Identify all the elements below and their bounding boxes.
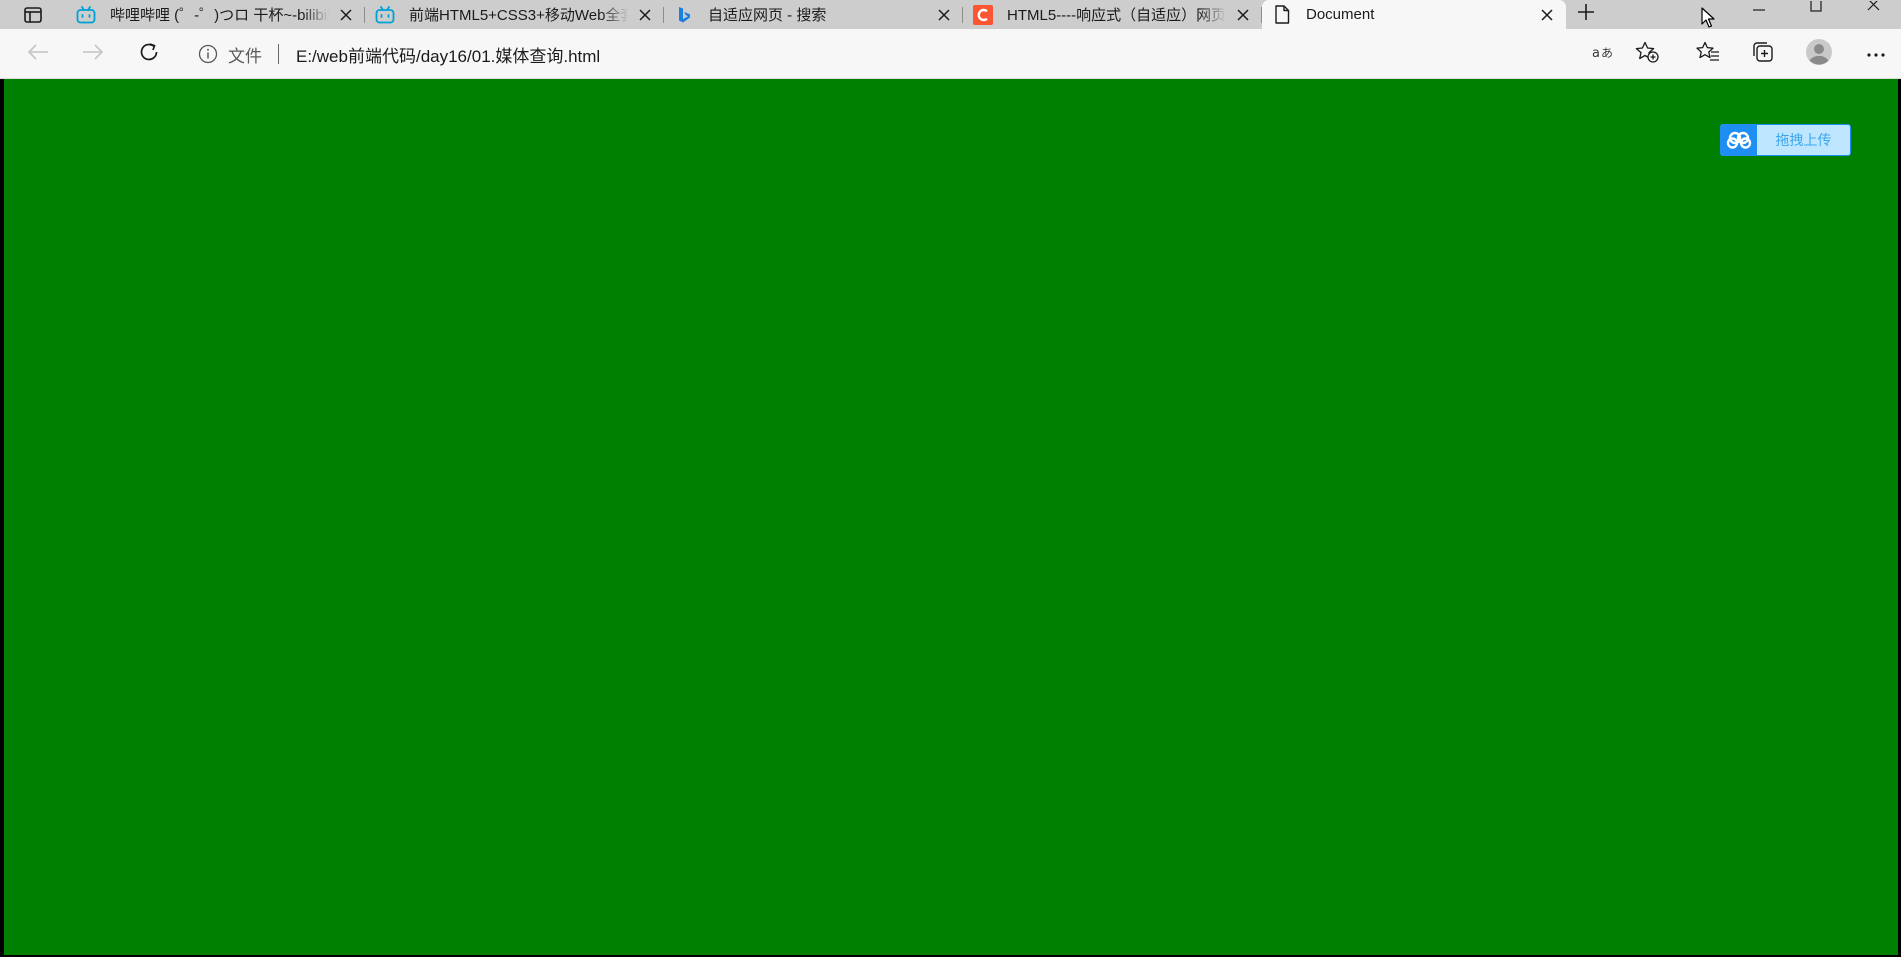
tab-close-icon[interactable]	[335, 4, 357, 26]
more-options-icon	[1867, 45, 1885, 63]
tab-close-icon[interactable]	[634, 4, 656, 26]
tab-actions-button[interactable]	[0, 0, 66, 29]
bing-icon	[674, 5, 694, 25]
tab-title: 前端HTML5+CSS3+移动Web全套	[409, 7, 628, 24]
baidu-netdisk-icon	[1721, 125, 1757, 155]
favorites-icon	[1696, 41, 1720, 68]
refresh-icon	[138, 41, 160, 68]
site-info-label: 文件	[228, 46, 262, 66]
settings-menu-button[interactable]	[1860, 38, 1892, 70]
plus-icon	[1577, 3, 1595, 26]
tab-bilibili-video[interactable]: 前端HTML5+CSS3+移动Web全套	[365, 0, 664, 29]
svg-text:a: a	[1592, 46, 1600, 61]
translate-icon: a あ	[1591, 43, 1615, 66]
arrow-right-icon	[82, 43, 104, 66]
minimize-button[interactable]	[1730, 0, 1787, 29]
upload-label: 拖拽上传	[1775, 132, 1832, 148]
tab-document[interactable]: Document	[1262, 0, 1566, 29]
divider	[278, 44, 279, 64]
info-icon	[198, 44, 218, 64]
bilibili-icon	[76, 5, 96, 25]
window-controls	[1730, 0, 1901, 29]
add-favorite-button[interactable]	[1631, 38, 1663, 70]
tab-csdn-article[interactable]: HTML5----响应式（自适应）网页	[963, 0, 1262, 29]
arrow-left-icon	[27, 43, 49, 66]
close-icon	[1866, 0, 1880, 18]
tab-close-icon[interactable]	[933, 4, 955, 26]
csdn-icon	[973, 4, 993, 25]
favorites-button[interactable]	[1692, 38, 1724, 70]
forward-button[interactable]	[77, 38, 109, 70]
address-input[interactable]: E:/web前端代码/day16/01.媒体查询.html	[296, 41, 600, 67]
tab-strip: 哔哩哔哩 (゜-゜)つロ 干杯~-bilibili 前端HTML5+CSS3+移…	[0, 0, 1901, 29]
tab-title: 哔哩哔哩 (゜-゜)つロ 干杯~-bilibili	[110, 7, 329, 24]
minimize-icon	[1752, 0, 1766, 18]
site-info-button[interactable]: 文件	[198, 41, 279, 67]
avatar	[1805, 38, 1833, 71]
tab-close-icon[interactable]	[1232, 4, 1254, 26]
page-icon	[1272, 5, 1292, 25]
maximize-icon	[1809, 0, 1823, 18]
refresh-button[interactable]	[133, 38, 165, 70]
tab-title: Document	[1306, 6, 1375, 23]
bilibili-icon	[375, 5, 395, 25]
svg-text:あ: あ	[1601, 46, 1613, 60]
close-window-button[interactable]	[1844, 0, 1901, 29]
browser-toolbar: 文件 E:/web前端代码/day16/01.媒体查询.html a あ	[0, 29, 1901, 79]
profile-button[interactable]	[1803, 38, 1835, 70]
collections-icon	[1752, 41, 1774, 68]
tab-close-icon[interactable]	[1536, 4, 1558, 26]
collections-button[interactable]	[1747, 38, 1779, 70]
tab-title: 自适应网页 - 搜索	[708, 7, 827, 24]
back-button[interactable]	[22, 38, 54, 70]
new-tab-button[interactable]	[1566, 0, 1606, 29]
vertical-tabs-icon	[24, 6, 42, 23]
tab-bing-search[interactable]: 自适应网页 - 搜索	[664, 0, 963, 29]
star-add-icon	[1635, 41, 1659, 68]
mouse-cursor-icon	[1701, 7, 1717, 34]
maximize-button[interactable]	[1787, 0, 1844, 29]
tab-title: HTML5----响应式（自适应）网页	[1007, 7, 1226, 24]
tab-bilibili-home[interactable]: 哔哩哔哩 (゜-゜)つロ 干杯~-bilibili	[66, 0, 365, 29]
page-viewport: 拖拽上传	[0, 79, 1901, 957]
page-body: 拖拽上传	[4, 79, 1898, 955]
drag-upload-button[interactable]: 拖拽上传	[1720, 124, 1851, 156]
read-aloud-button[interactable]: a あ	[1587, 38, 1619, 70]
